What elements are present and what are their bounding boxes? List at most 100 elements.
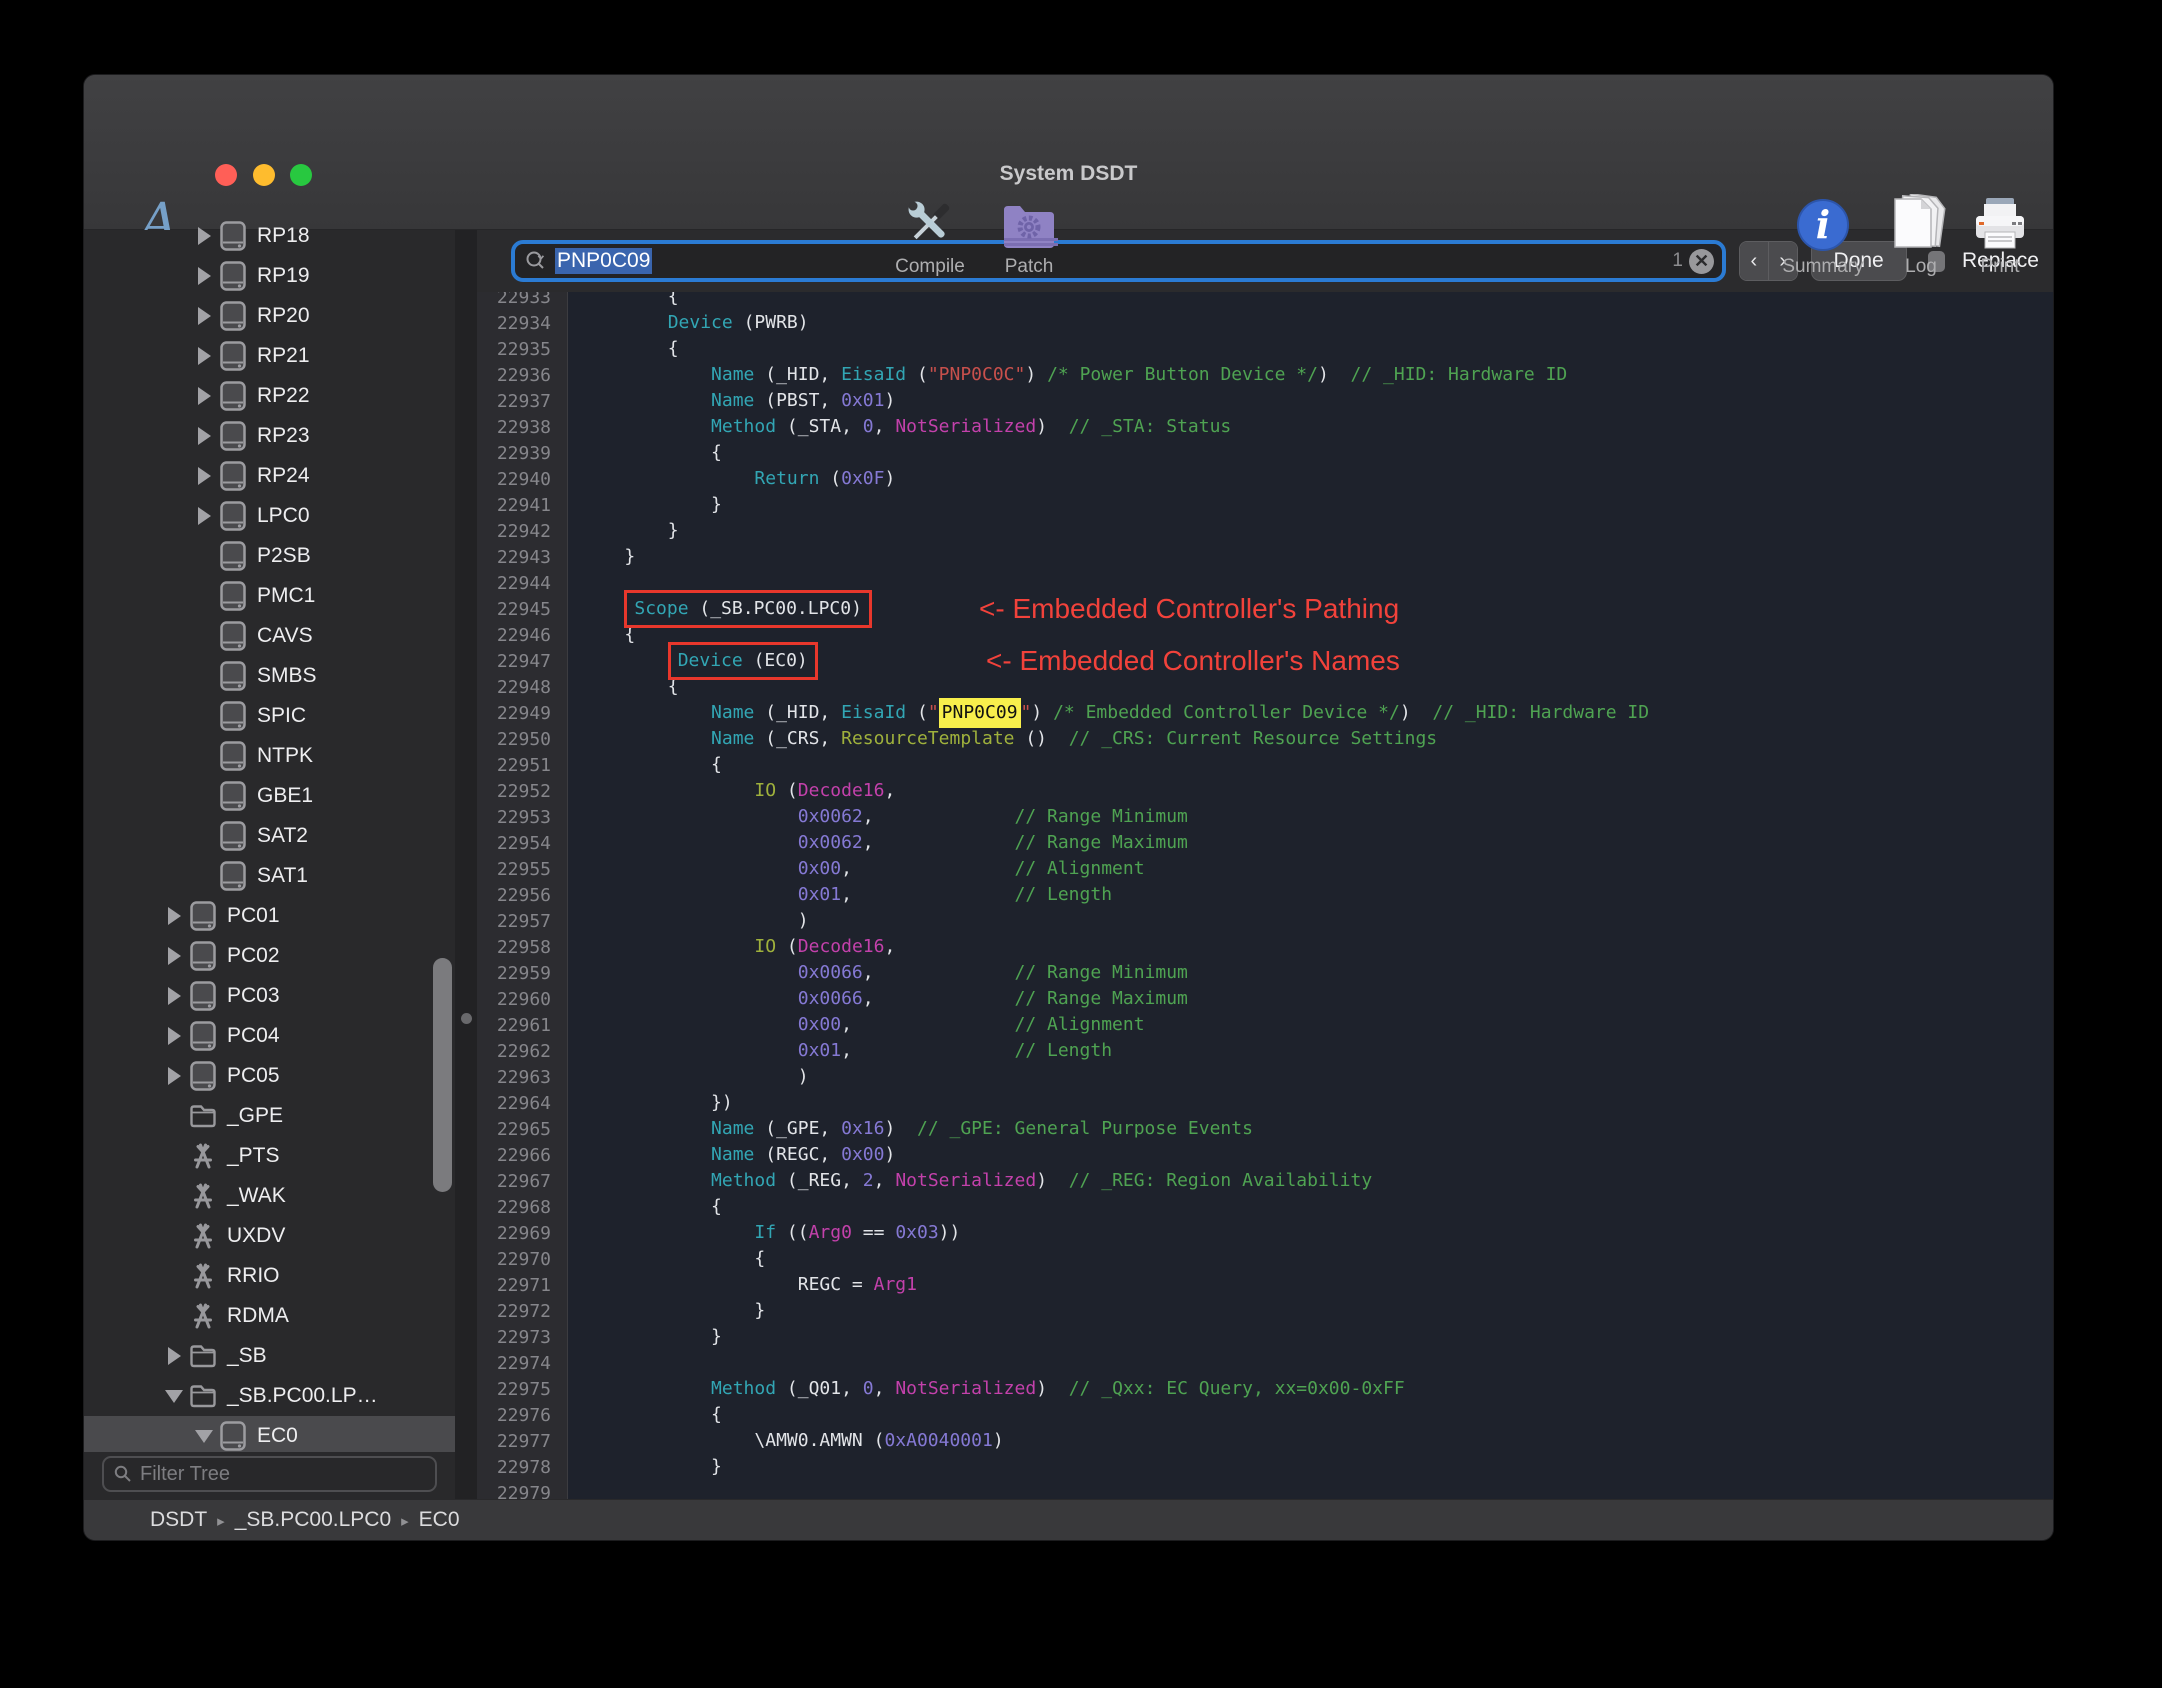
code-line[interactable]: 22947 <- Embedded Controller's Names Devi… (477, 642, 2053, 680)
code-line[interactable]: 22940 Return (0x0F) (477, 466, 2053, 492)
code-line[interactable]: 22952 IO (Decode16, (477, 778, 2053, 804)
code-line[interactable]: 22943 } (477, 544, 2053, 570)
code-line[interactable]: 22969 If ((Arg0 == 0x03)) (477, 1220, 2053, 1246)
sidebar-item-pmc1[interactable]: PMC1 (84, 576, 455, 616)
chevron-collapsed-icon[interactable] (190, 507, 218, 525)
toolbar-item-patch[interactable]: Patch (974, 190, 1084, 278)
sidebar-item-pc01[interactable]: PC01 (84, 896, 455, 936)
code-text[interactable]: } (567, 518, 679, 544)
code-line[interactable]: 22974 (477, 1350, 2053, 1376)
code-line[interactable]: 22941 } (477, 492, 2053, 518)
split-divider-handle[interactable] (461, 1013, 472, 1024)
code-line[interactable]: 22967 Method (_REG, 2, NotSerialized) //… (477, 1168, 2053, 1194)
code-text[interactable]: \AMW0.AMWN (0xA0040001) (567, 1428, 1003, 1454)
code-text[interactable]: } (567, 1324, 722, 1350)
code-line[interactable]: 22959 0x0066, // Range Minimum (477, 960, 2053, 986)
code-text[interactable]: ) (567, 908, 809, 934)
code-editor[interactable]: 22933 {22934 Device (PWRB) 22935 {22936 N… (477, 292, 2053, 1499)
code-line[interactable]: 22949 Name (_HID, EisaId (" PNP0C09 ") /* … (477, 698, 2053, 728)
code-text[interactable]: Name (_GPE, 0x16) // _GPE: General Purpo… (567, 1116, 1253, 1142)
code-text[interactable]: REGC = Arg1 (567, 1272, 917, 1298)
code-line[interactable]: 22960 0x0066, // Range Maximum (477, 986, 2053, 1012)
code-text[interactable]: Scope (_SB.PC00.LPC0) (567, 590, 872, 628)
code-text[interactable]: } (567, 1454, 722, 1480)
code-line[interactable]: 22965 Name (_GPE, 0x16) // _GPE: General… (477, 1116, 2053, 1142)
sidebar-item-rp21[interactable]: RP21 (84, 336, 455, 376)
sidebar-item--wak[interactable]: _WAK (84, 1176, 455, 1216)
chevron-expanded-icon[interactable] (190, 1429, 218, 1443)
chevron-collapsed-icon[interactable] (160, 987, 188, 1005)
code-line[interactable]: 22935 { (477, 336, 2053, 362)
code-line[interactable]: 22978 } (477, 1454, 2053, 1480)
toolbar-item-summary[interactable]: i Summary (1768, 190, 1878, 278)
sidebar-item-cavs[interactable]: CAVS (84, 616, 455, 656)
toolbar-item-print[interactable]: Print (1945, 190, 2053, 278)
filter-tree-input[interactable]: Filter Tree (102, 1456, 437, 1492)
code-text[interactable]: IO (Decode16, (567, 934, 895, 960)
chevron-collapsed-icon[interactable] (190, 347, 218, 365)
code-line[interactable]: 22968 { (477, 1194, 2053, 1220)
code-line[interactable]: 22936 Name (_HID, EisaId ("PNP0C0C") /* … (477, 362, 2053, 388)
sidebar-item-gbe1[interactable]: GBE1 (84, 776, 455, 816)
sidebar-item--sb[interactable]: _SB (84, 1336, 455, 1376)
code-text[interactable]: 0x0062, // Range Minimum (567, 804, 1188, 830)
sidebar-item-rdma[interactable]: RDMA (84, 1296, 455, 1336)
sidebar-item--pts[interactable]: _PTS (84, 1136, 455, 1176)
chevron-expanded-icon[interactable] (160, 1389, 188, 1403)
code-text[interactable]: 0x00, // Alignment (567, 856, 1145, 882)
find-previous-button[interactable]: ‹ (1740, 242, 1769, 280)
code-text[interactable]: 0x01, // Length (567, 882, 1112, 908)
sidebar-item-spic[interactable]: SPIC (84, 696, 455, 736)
code-line[interactable]: 22961 0x00, // Alignment (477, 1012, 2053, 1038)
code-text[interactable]: Device (PWRB) (567, 310, 809, 336)
code-line[interactable]: 22956 0x01, // Length (477, 882, 2053, 908)
chevron-collapsed-icon[interactable] (190, 267, 218, 285)
sidebar-item--gpe[interactable]: _GPE (84, 1096, 455, 1136)
sidebar-item-pc05[interactable]: PC05 (84, 1056, 455, 1096)
code-text[interactable]: } (567, 492, 722, 518)
code-line[interactable]: 22951 { (477, 752, 2053, 778)
code-text[interactable]: } (567, 544, 635, 570)
code-text[interactable]: 0x0066, // Range Minimum (567, 960, 1188, 986)
code-line[interactable]: 22973 } (477, 1324, 2053, 1350)
code-text[interactable]: Return (0x0F) (567, 466, 895, 492)
code-text[interactable]: { (567, 1402, 722, 1428)
code-text[interactable]: { (567, 292, 679, 310)
chevron-collapsed-icon[interactable] (190, 467, 218, 485)
code-line[interactable]: 22958 IO (Decode16, (477, 934, 2053, 960)
code-line[interactable]: 22934 Device (PWRB) (477, 310, 2053, 336)
chevron-collapsed-icon[interactable] (190, 387, 218, 405)
sidebar-item-smbs[interactable]: SMBS (84, 656, 455, 696)
breadcrumb-part[interactable]: EC0 (419, 1508, 460, 1531)
sidebar-item-sat2[interactable]: SAT2 (84, 816, 455, 856)
code-line[interactable]: 22977 \AMW0.AMWN (0xA0040001) (477, 1428, 2053, 1454)
clear-search-button[interactable]: ✕ (1689, 248, 1714, 274)
code-line[interactable]: 22976 { (477, 1402, 2053, 1428)
code-text[interactable]: 0x01, // Length (567, 1038, 1112, 1064)
chevron-collapsed-icon[interactable] (190, 227, 218, 245)
code-line[interactable]: 22971 REGC = Arg1 (477, 1272, 2053, 1298)
code-line[interactable]: 22962 0x01, // Length (477, 1038, 2053, 1064)
sidebar-item-rp18[interactable]: RP18 (84, 216, 455, 256)
sidebar-item-pc03[interactable]: PC03 (84, 976, 455, 1016)
code-text[interactable]: }) (567, 1090, 733, 1116)
code-text[interactable]: } (567, 1298, 765, 1324)
code-line[interactable]: 22975 Method (_Q01, 0, NotSerialized) //… (477, 1376, 2053, 1402)
code-line[interactable]: 22938 Method (_STA, 0, NotSerialized) //… (477, 414, 2053, 440)
chevron-collapsed-icon[interactable] (160, 947, 188, 965)
sidebar-item-rrio[interactable]: RRIO (84, 1256, 455, 1296)
code-line[interactable]: 22966 Name (REGC, 0x00) (477, 1142, 2053, 1168)
sidebar-item-sat1[interactable]: SAT1 (84, 856, 455, 896)
sidebar-item-p2sb[interactable]: P2SB (84, 536, 455, 576)
code-text[interactable]: 0x0062, // Range Maximum (567, 830, 1188, 856)
code-text[interactable]: Name (REGC, 0x00) (567, 1142, 895, 1168)
chevron-collapsed-icon[interactable] (160, 1347, 188, 1365)
code-text[interactable]: If ((Arg0 == 0x03)) (567, 1220, 960, 1246)
code-line[interactable]: 22964 }) (477, 1090, 2053, 1116)
code-text[interactable]: IO (Decode16, (567, 778, 895, 804)
code-line[interactable]: 22933 { (477, 292, 2053, 310)
code-text[interactable]: 0x00, // Alignment (567, 1012, 1145, 1038)
code-text[interactable]: { (567, 336, 679, 362)
sidebar-item-lpc0[interactable]: LPC0 (84, 496, 455, 536)
sidebar-item-pc02[interactable]: PC02 (84, 936, 455, 976)
